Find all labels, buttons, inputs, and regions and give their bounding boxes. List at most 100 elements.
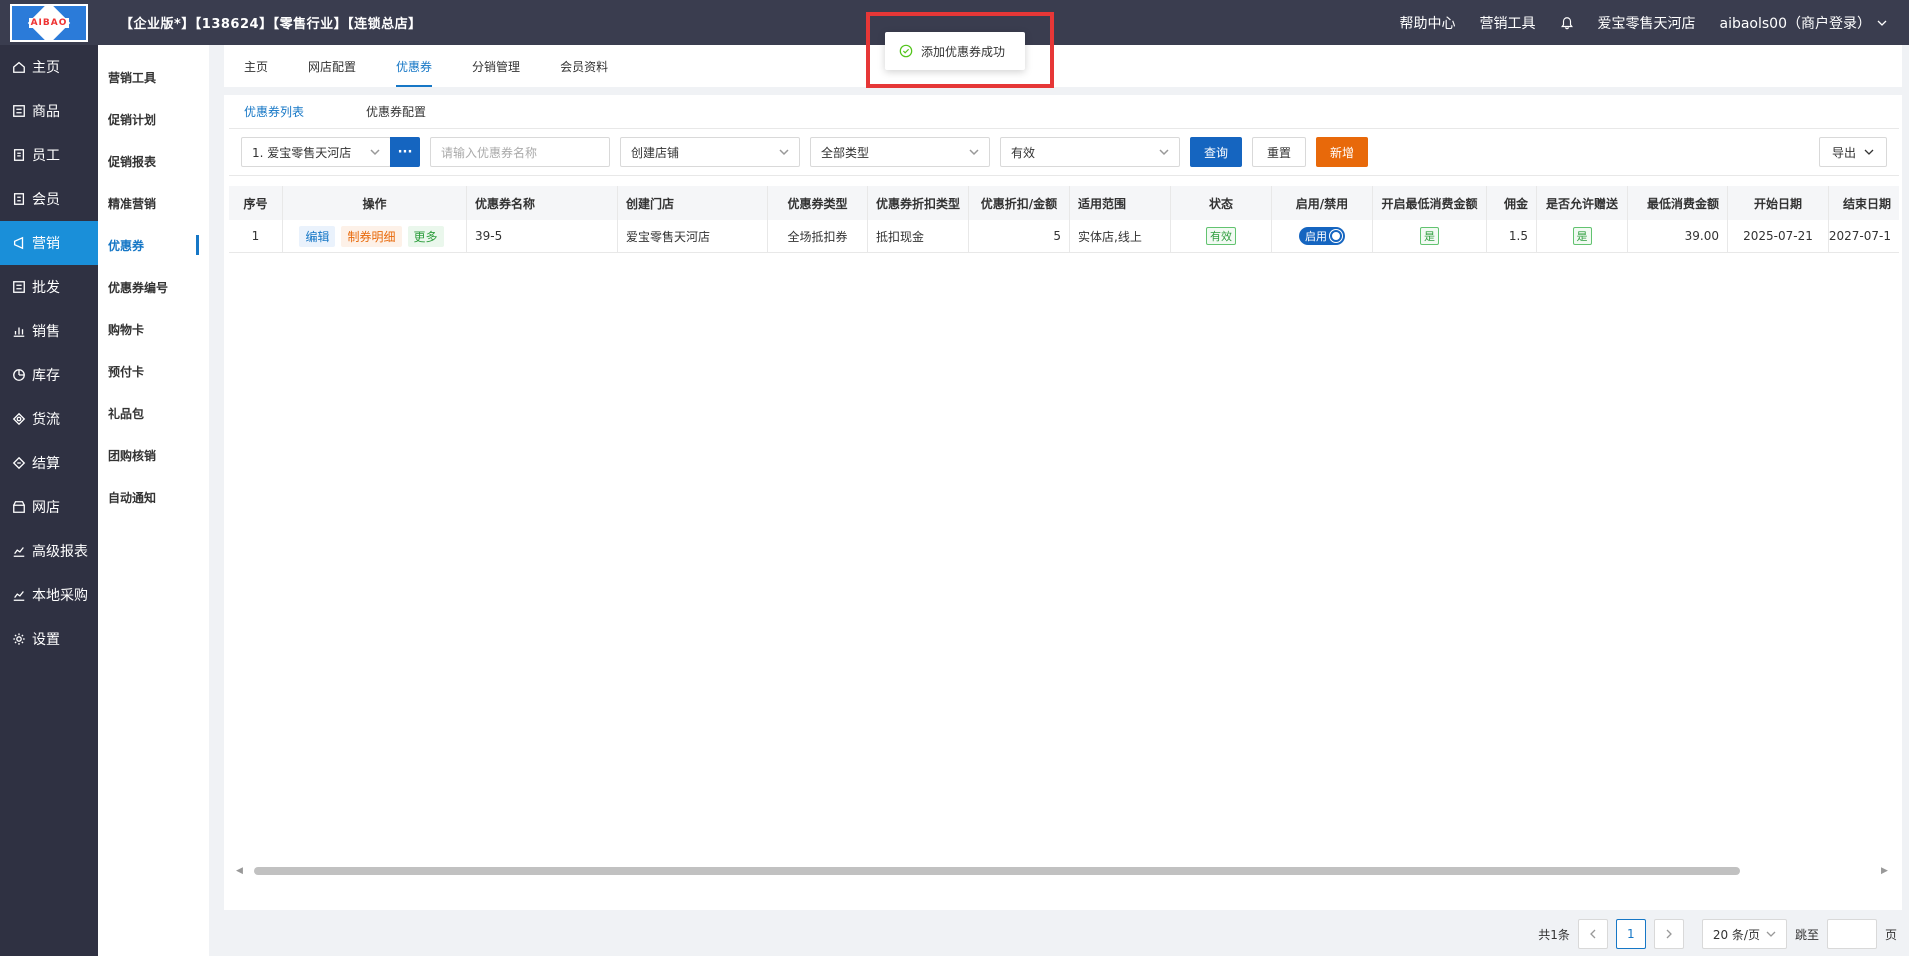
scroll-track[interactable]: [254, 867, 1873, 875]
page-size-value: 20 条/页: [1712, 927, 1760, 942]
jump-page-input[interactable]: [1826, 919, 1877, 949]
inventory-icon: [13, 369, 25, 381]
coupon-name-input[interactable]: 请输入优惠券名称: [430, 137, 610, 167]
discount-type: 抵扣现金: [868, 220, 969, 252]
report-icon: [13, 547, 25, 557]
header-cell: 序号: [229, 186, 283, 220]
end-date: 2027-07-1: [1829, 229, 1891, 243]
chevron-down-icon: [1877, 20, 1887, 26]
coupon-name-placeholder: 请输入优惠券名称: [441, 145, 538, 160]
subnav-marketing-tools[interactable]: 营销工具: [98, 56, 209, 98]
header-cell: 优惠券名称: [467, 186, 618, 220]
home-icon: [13, 61, 25, 73]
subnav-group-buy[interactable]: 团购核销: [98, 434, 209, 476]
nav-marketing[interactable]: 营销: [0, 221, 98, 265]
next-page-button[interactable]: [1653, 919, 1684, 949]
content-panel: 优惠券列表 优惠券配置 1. 爱宝零售天河店 ··· 请输入优惠券名称 创建店铺…: [224, 95, 1902, 910]
header-cell: 优惠折扣/金额: [969, 186, 1070, 220]
coupon-type-value: 全部类型: [821, 145, 870, 160]
header-cell: 状态: [1171, 186, 1272, 220]
nav-wholesale[interactable]: 批发: [0, 265, 98, 309]
nav-label: 主页: [32, 60, 60, 76]
bell-icon[interactable]: [1560, 16, 1574, 30]
nav-report[interactable]: 高级报表: [0, 529, 98, 573]
subnav-shopping-card[interactable]: 购物卡: [98, 308, 209, 350]
subnav-precision-marketing[interactable]: 精准营销: [98, 182, 209, 224]
create-store-select[interactable]: 创建店铺: [620, 137, 800, 167]
edit-button[interactable]: 编辑: [299, 225, 336, 247]
header-cell: 开启最低消费金额: [1373, 186, 1487, 220]
nav-inventory[interactable]: 库存: [0, 353, 98, 397]
prev-page-button[interactable]: [1577, 919, 1608, 949]
tab-distribution[interactable]: 分销管理: [472, 45, 520, 87]
nav-label: 本地采购: [32, 588, 88, 604]
nav-purchase[interactable]: 本地采购: [0, 573, 98, 617]
page-unit-label: 页: [1884, 927, 1897, 942]
nav-shop[interactable]: 网店: [0, 485, 98, 529]
subnav-prepaid-card[interactable]: 预付卡: [98, 350, 209, 392]
horizontal-scrollbar[interactable]: ◀ ▶: [236, 864, 1891, 878]
reset-button[interactable]: 重置: [1252, 137, 1307, 167]
export-button[interactable]: 导出: [1818, 137, 1887, 167]
tab-shop-config[interactable]: 网店配置: [308, 45, 356, 87]
user-menu[interactable]: aibaols00（商户登录）: [1720, 13, 1888, 33]
nav-staff[interactable]: 员工: [0, 133, 98, 177]
user-name: aibaols00（商户登录）: [1719, 15, 1872, 32]
store-picker-button[interactable]: ···: [390, 137, 420, 167]
purchase-icon: [13, 591, 25, 601]
query-button[interactable]: 查询: [1190, 137, 1243, 167]
marketing-tools-link[interactable]: 营销工具: [1480, 13, 1536, 33]
main-tabs: 主页 网店配置 优惠券 分销管理 会员资料: [224, 45, 1902, 87]
subtab-coupon-config[interactable]: 优惠券配置: [366, 103, 426, 120]
nav-home[interactable]: 主页: [0, 45, 98, 89]
nav-settlement[interactable]: 结算: [0, 441, 98, 485]
top-right-links: 帮助中心 营销工具 爱宝零售天河店 aibaols00（商户登录）: [1400, 13, 1909, 33]
scroll-right-icon[interactable]: ▶: [1881, 866, 1891, 876]
subnav-coupon[interactable]: 优惠券: [98, 224, 209, 266]
more-button[interactable]: 更多: [407, 225, 444, 247]
settings-icon: [13, 633, 25, 645]
nav-label: 结算: [32, 456, 60, 472]
subnav-coupon-code[interactable]: 优惠券编号: [98, 266, 209, 308]
nav-sales[interactable]: 销售: [0, 309, 98, 353]
header-cell: 适用范围: [1070, 186, 1171, 220]
page-1-button[interactable]: 1: [1615, 919, 1646, 949]
row-index: 1: [229, 220, 283, 252]
subtab-coupon-list[interactable]: 优惠券列表: [244, 103, 304, 120]
coupon-type-select[interactable]: 全部类型: [810, 137, 990, 167]
subnav-promo-plan[interactable]: 促销计划: [98, 98, 209, 140]
export-label: 导出: [1831, 145, 1856, 160]
toggle-knob: [1330, 230, 1342, 242]
tab-member-info[interactable]: 会员资料: [560, 45, 608, 87]
tab-coupon[interactable]: 优惠券: [396, 45, 433, 87]
scroll-thumb[interactable]: [254, 867, 1740, 875]
add-button[interactable]: 新增: [1316, 137, 1369, 167]
subnav-promo-report[interactable]: 促销报表: [98, 140, 209, 182]
current-store[interactable]: 爱宝零售天河店: [1598, 13, 1696, 33]
help-center-link[interactable]: 帮助中心: [1400, 13, 1456, 33]
subnav-gift-pack[interactable]: 礼品包: [98, 392, 209, 434]
coupon-detail-button[interactable]: 制券明细: [341, 225, 402, 247]
chevron-down-icon: [1159, 149, 1169, 156]
min-amount: 39.00: [1628, 220, 1728, 252]
nav-member[interactable]: 会员: [0, 177, 98, 221]
header-cell: 佣金: [1487, 186, 1537, 220]
nav-settings[interactable]: 设置: [0, 617, 98, 661]
table-row: 1 编辑 制券明细 更多 39-5 爱宝零售天河店 全场抵扣券 抵扣现金 5 实…: [229, 220, 1899, 253]
scroll-left-icon[interactable]: ◀: [236, 866, 246, 876]
nav-logistics[interactable]: 货流: [0, 397, 98, 441]
nav-goods[interactable]: 商品: [0, 89, 98, 133]
subnav-auto-notify[interactable]: 自动通知: [98, 476, 209, 518]
enable-toggle[interactable]: 启用: [1299, 227, 1345, 245]
nav-label: 设置: [32, 632, 60, 648]
page-size-select[interactable]: 20 条/页: [1701, 919, 1787, 949]
store-select[interactable]: 1. 爱宝零售天河店: [241, 137, 391, 167]
toast-message: 添加优惠券成功: [921, 44, 1006, 59]
chevron-down-icon: [1864, 149, 1874, 155]
scope: 实体店,线上: [1070, 220, 1171, 252]
logo[interactable]: AIBAO: [0, 0, 98, 45]
coupon-name: 39-5: [467, 220, 618, 252]
chevron-down-icon: [370, 149, 380, 156]
status-select[interactable]: 有效: [1000, 137, 1180, 167]
tab-home[interactable]: 主页: [244, 45, 268, 87]
